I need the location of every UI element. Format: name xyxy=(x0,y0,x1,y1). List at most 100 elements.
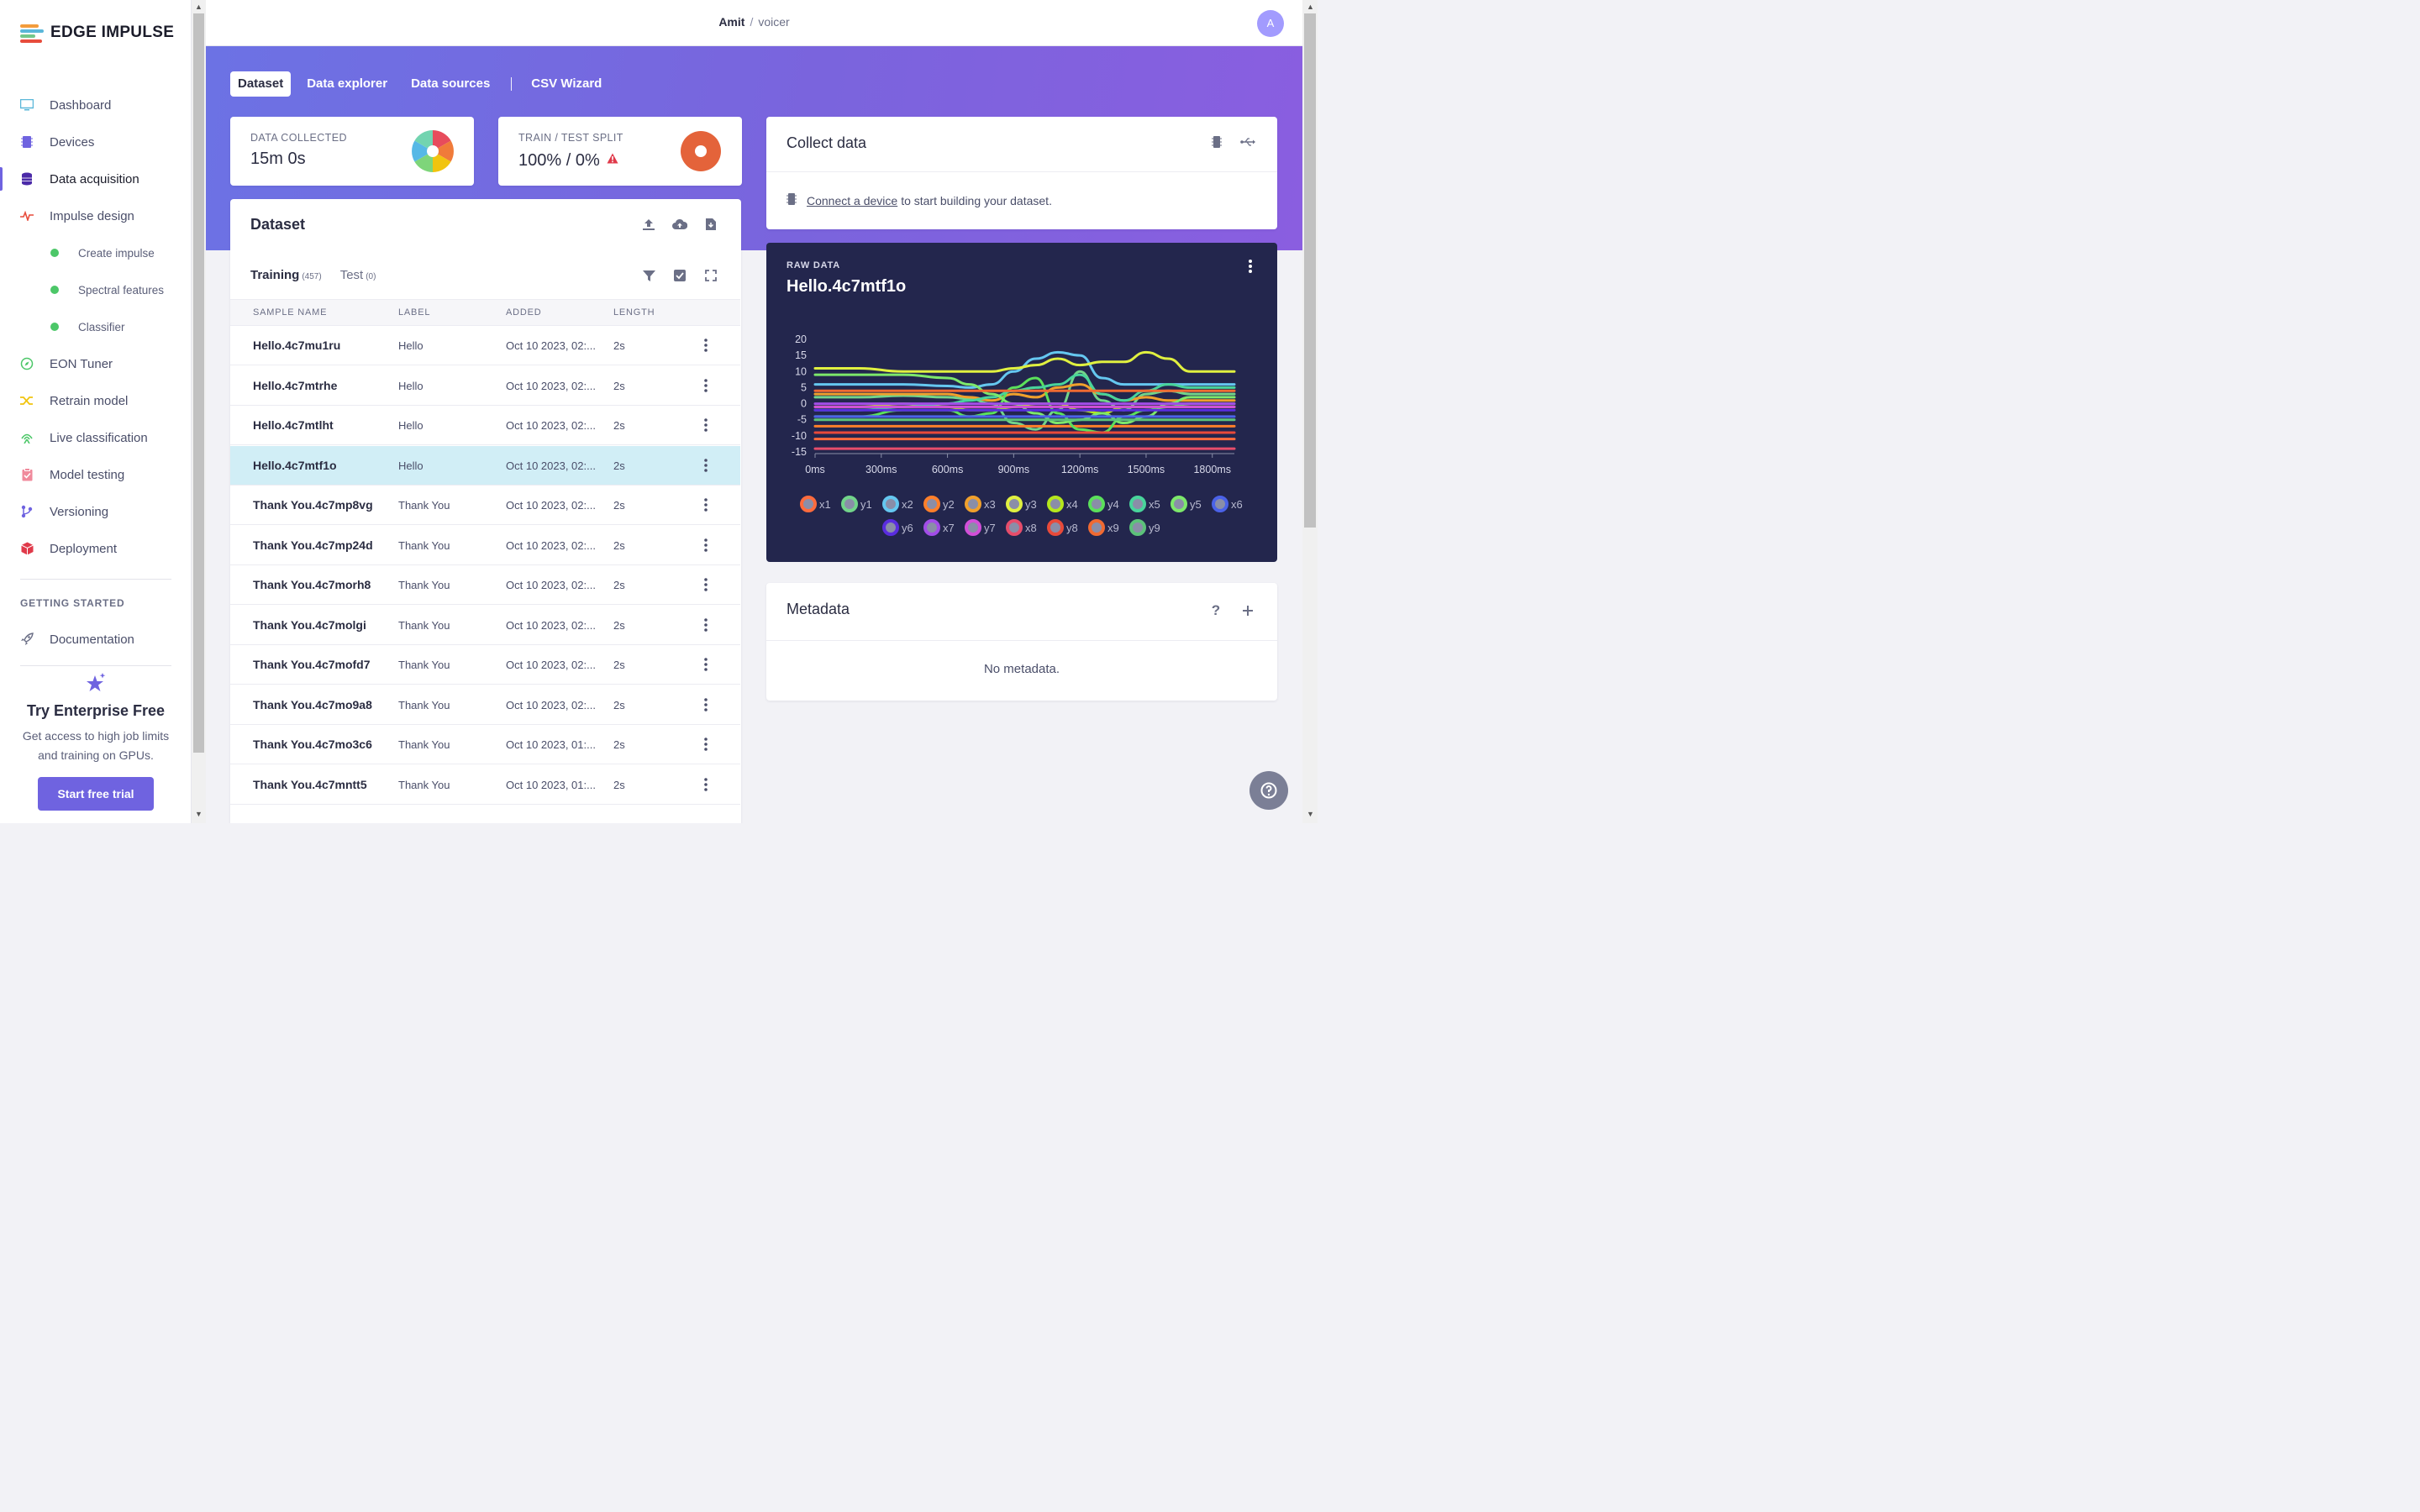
legend-item-x7[interactable]: x7 xyxy=(923,519,955,536)
legend-item-x1[interactable]: x1 xyxy=(800,496,831,512)
row-menu-icon[interactable] xyxy=(702,696,709,713)
filter-icon[interactable] xyxy=(640,267,657,284)
cloud-upload-icon[interactable] xyxy=(671,216,688,233)
legend-item-x6[interactable]: x6 xyxy=(1212,496,1243,512)
legend-item-y1[interactable]: y1 xyxy=(841,496,872,512)
chip-icon[interactable] xyxy=(1208,134,1225,150)
series-line-x3[interactable] xyxy=(813,383,1236,402)
legend-item-x4[interactable]: x4 xyxy=(1047,496,1078,512)
warning-icon[interactable] xyxy=(607,150,618,169)
scrollbar-thumb[interactable] xyxy=(193,13,204,753)
usb-icon[interactable] xyxy=(1239,134,1256,150)
legend-item-x3[interactable]: x3 xyxy=(965,496,996,512)
sidebar-item-label: Retrain model xyxy=(50,393,129,408)
legend-item-y5[interactable]: y5 xyxy=(1171,496,1202,512)
avatar[interactable]: A xyxy=(1257,10,1284,37)
table-row[interactable]: Hello.4c7mtrhe Hello Oct 10 2023, 02:... 2s xyxy=(230,366,740,406)
table-row[interactable]: Hello.4c7mtf1o Hello Oct 10 2023, 02:... 2s xyxy=(230,445,740,486)
scroll-up-icon[interactable]: ▲ xyxy=(195,3,203,11)
sidebar-subitem-spectral-features[interactable]: Spectral features xyxy=(0,271,192,308)
legend-item-x5[interactable]: x5 xyxy=(1129,496,1160,512)
row-menu-icon[interactable] xyxy=(702,377,709,394)
column-added[interactable]: ADDED xyxy=(506,307,542,318)
help-icon[interactable]: ? xyxy=(1207,602,1224,619)
row-menu-icon[interactable] xyxy=(702,617,709,633)
table-row[interactable]: Hello.4c7mu1ru Hello Oct 10 2023, 02:... 2s xyxy=(230,326,740,365)
expand-icon[interactable] xyxy=(702,267,719,284)
row-menu-icon[interactable] xyxy=(702,537,709,554)
select-checkbox-icon[interactable] xyxy=(671,267,688,284)
sidebar-subitem-classifier[interactable]: Classifier xyxy=(0,308,192,345)
row-menu-icon[interactable] xyxy=(702,337,709,354)
tab-data-sources[interactable]: Data sources xyxy=(403,71,497,97)
connect-device-link[interactable]: Connect a device xyxy=(807,194,897,207)
sidebar-item-dashboard[interactable]: Dashboard xyxy=(0,87,192,123)
scrollbar-thumb[interactable] xyxy=(1304,13,1316,528)
sidebar-item-devices[interactable]: Devices xyxy=(0,123,192,160)
start-free-trial-button[interactable]: Start free trial xyxy=(38,777,154,811)
legend-item-y6[interactable]: y6 xyxy=(882,519,913,536)
sidebar-subitem-create-impulse[interactable]: Create impulse xyxy=(0,234,192,271)
logo[interactable]: EDGE IMPULSE xyxy=(20,24,174,43)
table-row[interactable]: Thank You.4c7mp8vg Thank You Oct 10 2023, … xyxy=(230,486,740,525)
legend-item-y3[interactable]: y3 xyxy=(1006,496,1037,512)
legend-item-x2[interactable]: x2 xyxy=(882,496,913,512)
sidebar-item-data-acquisition[interactable]: Data acquisition xyxy=(0,160,192,197)
table-row[interactable]: Hello.4c7mtlht Hello Oct 10 2023, 02:... 2s xyxy=(230,406,740,445)
sidebar-item-retrain-model[interactable]: Retrain model xyxy=(0,382,192,419)
row-menu-icon[interactable] xyxy=(702,457,709,474)
row-menu-icon[interactable] xyxy=(702,776,709,793)
sidebar-item-eon-tuner[interactable]: EON Tuner xyxy=(0,345,192,382)
raw-data-menu-icon[interactable] xyxy=(1247,258,1254,275)
row-menu-icon[interactable] xyxy=(702,736,709,753)
row-menu-icon[interactable] xyxy=(702,496,709,513)
sidebar-item-model-testing[interactable]: Model testing xyxy=(0,456,192,493)
tab-csv-wizard[interactable]: CSV Wizard xyxy=(523,71,609,97)
column-length[interactable]: LENGTH xyxy=(613,307,655,318)
sidebar-item-impulse-design[interactable]: Impulse design xyxy=(0,197,192,234)
row-menu-icon[interactable] xyxy=(702,656,709,673)
scroll-down-icon[interactable]: ▼ xyxy=(195,810,203,818)
table-row[interactable]: Thank You.4c7mofd7 Thank You Oct 10 2023, … xyxy=(230,645,740,685)
legend-item-x8[interactable]: x8 xyxy=(1006,519,1037,536)
scroll-up-icon[interactable]: ▲ xyxy=(1307,3,1314,11)
row-menu-icon[interactable] xyxy=(702,417,709,433)
sidebar-scrollbar[interactable]: ▲ ▼ xyxy=(192,0,206,823)
sidebar-item-documentation[interactable]: Documentation xyxy=(0,621,192,658)
legend-swatch xyxy=(1129,496,1146,512)
table-row[interactable]: Thank You.4c7molgi Thank You Oct 10 2023, … xyxy=(230,606,740,645)
row-menu-icon[interactable] xyxy=(702,576,709,593)
sidebar-item-live-classification[interactable]: Live classification xyxy=(0,419,192,456)
breadcrumb-project[interactable]: voicer xyxy=(758,15,789,29)
legend-item-x9[interactable]: x9 xyxy=(1088,519,1119,536)
legend-item-y4[interactable]: y4 xyxy=(1088,496,1119,512)
tab-data-explorer[interactable]: Data explorer xyxy=(299,71,395,97)
legend-item-y2[interactable]: y2 xyxy=(923,496,955,512)
legend-item-y9[interactable]: y9 xyxy=(1129,519,1160,536)
tab-test[interactable]: Test (0) xyxy=(340,268,376,282)
add-icon[interactable] xyxy=(1239,602,1256,619)
sample-name-cell: Hello.4c7mtf1o xyxy=(253,458,337,472)
export-file-icon[interactable] xyxy=(702,216,719,233)
length-cell: 2s xyxy=(613,778,625,791)
sidebar-item-deployment[interactable]: Deployment xyxy=(0,530,192,567)
upload-icon[interactable] xyxy=(640,216,657,233)
legend-item-y7[interactable]: y7 xyxy=(965,519,996,536)
scroll-down-icon[interactable]: ▼ xyxy=(1307,810,1314,818)
sidebar-item-versioning[interactable]: Versioning xyxy=(0,493,192,530)
table-row[interactable]: Thank You.4c7mntt5 Thank You Oct 10 2023, … xyxy=(230,765,740,805)
tab-training[interactable]: Training (457) xyxy=(250,268,322,282)
legend-item-y8[interactable]: y8 xyxy=(1047,519,1078,536)
table-row[interactable]: Thank You.4c7mo9a8 Thank You Oct 10 2023, … xyxy=(230,685,740,725)
table-row[interactable]: Thank You.4c7mp24d Thank You Oct 10 2023, … xyxy=(230,526,740,565)
tab-dataset[interactable]: Dataset xyxy=(230,71,292,97)
breadcrumb-user[interactable]: Amit xyxy=(718,15,744,29)
series-line-y3[interactable] xyxy=(813,350,1236,373)
help-button[interactable] xyxy=(1249,771,1288,810)
column-sample-name[interactable]: SAMPLE NAME xyxy=(253,307,327,318)
column-label[interactable]: LABEL xyxy=(398,307,430,318)
page-scrollbar[interactable]: ▲ ▼ xyxy=(1302,0,1318,823)
raw-data-chart[interactable]: 20 15 10 5 0 -5 -10 -15 0ms 300ms 600ms 900ms 1200ms… xyxy=(766,327,1277,478)
table-row[interactable]: Thank You.4c7mo3c6 Thank You Oct 10 2023, … xyxy=(230,725,740,764)
table-row[interactable]: Thank You.4c7morh8 Thank You Oct 10 2023, … xyxy=(230,565,740,605)
